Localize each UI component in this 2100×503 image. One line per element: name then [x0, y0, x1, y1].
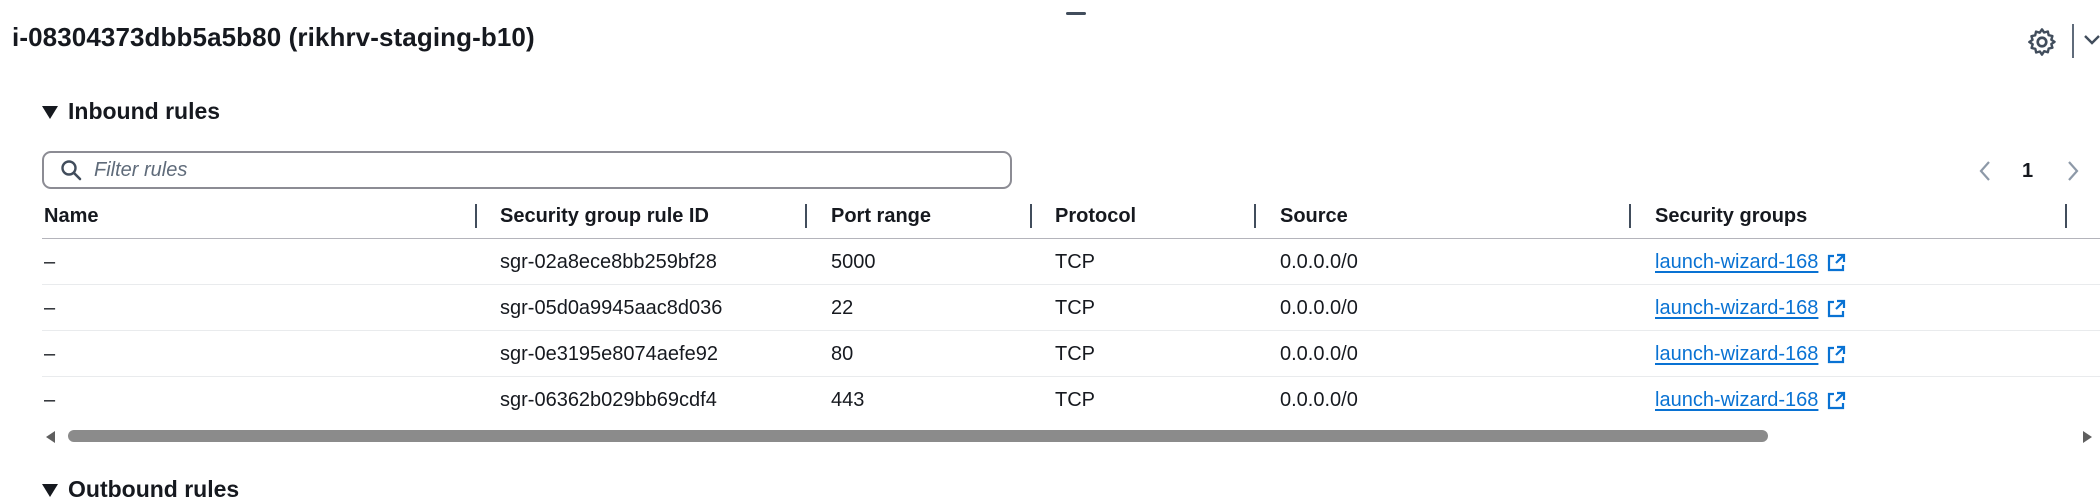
gear-icon[interactable]: [2026, 26, 2058, 58]
column-resize-handle[interactable]: [1030, 204, 1032, 228]
cell-port-range: 5000: [831, 251, 876, 273]
column-resize-handle[interactable]: [2065, 204, 2067, 228]
security-group-link[interactable]: launch-wizard-168: [1655, 251, 1846, 274]
column-header-name[interactable]: Name: [44, 205, 98, 228]
column-resize-handle[interactable]: [1629, 204, 1631, 228]
table-row: – sgr-02a8ece8bb259bf28 5000 TCP 0.0.0.0…: [42, 239, 2100, 285]
cell-rule-id: sgr-06362b029bb69cdf4: [500, 389, 717, 411]
cell-protocol: TCP: [1055, 297, 1095, 319]
cell-source: 0.0.0.0/0: [1280, 251, 1358, 273]
external-link-icon: [1828, 391, 1846, 409]
cell-port-range: 22: [831, 297, 854, 319]
inbound-rules-toggle[interactable]: Inbound rules: [42, 98, 220, 125]
table-row: – sgr-0e3195e8074aefe92 80 TCP 0.0.0.0/0…: [42, 331, 2100, 377]
outbound-rules-heading: Outbound rules: [68, 476, 240, 502]
outbound-rules-toggle[interactable]: Outbound rules: [42, 476, 239, 503]
chevron-left-icon: [1979, 161, 1990, 181]
security-group-link[interactable]: launch-wizard-168: [1655, 389, 1846, 412]
security-group-link[interactable]: launch-wizard-168: [1655, 297, 1846, 320]
table-row: – sgr-05d0a9945aac8d036 22 TCP 0.0.0.0/0…: [42, 285, 2100, 331]
header-divider: [2072, 24, 2074, 58]
scroll-left-arrow-icon[interactable]: [46, 431, 55, 443]
cell-name: –: [44, 389, 56, 411]
cell-rule-id: sgr-0e3195e8074aefe92: [500, 343, 718, 365]
column-resize-handle[interactable]: [805, 204, 807, 228]
column-resize-handle[interactable]: [1254, 204, 1256, 228]
external-link-icon: [1828, 253, 1846, 271]
page-number[interactable]: 1: [2022, 156, 2033, 186]
column-header-source[interactable]: Source: [1280, 205, 1348, 228]
cell-source: 0.0.0.0/0: [1280, 389, 1358, 411]
scrollbar-thumb[interactable]: [68, 430, 1768, 442]
cell-source: 0.0.0.0/0: [1280, 343, 1358, 365]
column-header-protocol[interactable]: Protocol: [1055, 205, 1136, 228]
next-page-button[interactable]: [2066, 156, 2080, 186]
security-group-link[interactable]: launch-wizard-168: [1655, 343, 1846, 366]
table-row: – sgr-06362b029bb69cdf4 443 TCP 0.0.0.0/…: [42, 377, 2100, 422]
filter-rules-field[interactable]: [42, 151, 1012, 189]
external-link-icon: [1828, 345, 1846, 363]
drag-handle[interactable]: [1066, 12, 1086, 15]
filter-rules-input[interactable]: [92, 157, 956, 183]
cell-port-range: 80: [831, 343, 854, 365]
chevron-down-icon[interactable]: [2082, 30, 2100, 50]
column-header-rule-id[interactable]: Security group rule ID: [500, 205, 709, 228]
caret-down-icon: [42, 484, 58, 497]
security-group-link-label: launch-wizard-168: [1655, 343, 1819, 365]
cell-protocol: TCP: [1055, 343, 1095, 365]
scroll-right-arrow-icon[interactable]: [2083, 431, 2092, 443]
caret-down-icon: [42, 106, 58, 119]
instance-title: i-08304373dbb5a5b80 (rikhrv-staging-b10): [12, 22, 535, 52]
inbound-rules-heading: Inbound rules: [68, 98, 221, 124]
cell-port-range: 443: [831, 389, 865, 411]
external-link-icon: [1828, 299, 1846, 317]
cell-protocol: TCP: [1055, 251, 1095, 273]
horizontal-scrollbar[interactable]: [42, 428, 2092, 444]
cell-name: –: [44, 297, 56, 319]
security-group-link-label: launch-wizard-168: [1655, 297, 1819, 319]
table-header-row: Name Security group rule ID Port range P…: [42, 196, 2100, 239]
cell-rule-id: sgr-02a8ece8bb259bf28: [500, 251, 717, 273]
inbound-rules-table: Name Security group rule ID Port range P…: [42, 196, 2100, 422]
cell-source: 0.0.0.0/0: [1280, 297, 1358, 319]
security-group-link-label: launch-wizard-168: [1655, 389, 1819, 411]
column-resize-handle[interactable]: [475, 204, 477, 228]
chevron-right-icon: [2068, 161, 2079, 181]
cell-rule-id: sgr-05d0a9945aac8d036: [500, 297, 723, 319]
column-header-security-groups[interactable]: Security groups: [1655, 205, 1807, 228]
search-icon: [61, 160, 82, 181]
previous-page-button[interactable]: [1978, 156, 1992, 186]
cell-name: –: [44, 251, 56, 273]
column-header-port-range[interactable]: Port range: [831, 205, 931, 228]
security-group-link-label: launch-wizard-168: [1655, 251, 1819, 273]
cell-name: –: [44, 343, 56, 365]
cell-protocol: TCP: [1055, 389, 1095, 411]
